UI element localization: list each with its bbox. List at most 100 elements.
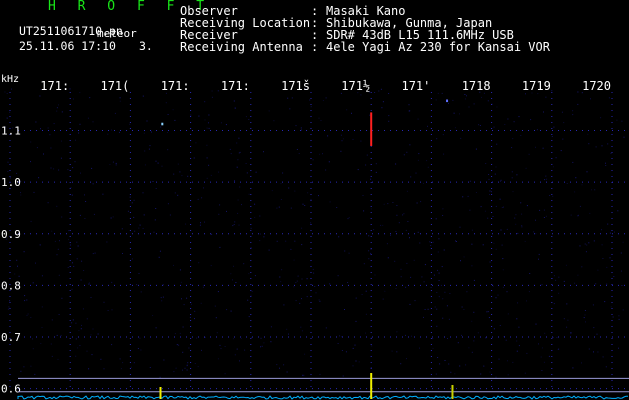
noise-pixel: [90, 297, 92, 298]
noise-pixel: [211, 90, 213, 92]
noise-pixel: [341, 140, 343, 142]
noise-pixel: [41, 327, 43, 328]
noise-pixel: [621, 120, 623, 122]
noise-pixel: [344, 250, 346, 252]
noise-pixel: [202, 284, 204, 286]
noise-pixel: [575, 177, 577, 179]
noise-pixel: [175, 367, 177, 369]
noise-pixel: [310, 106, 312, 108]
noise-pixel: [61, 140, 62, 142]
noise-pixel: [545, 175, 547, 177]
noise-pixel: [436, 308, 438, 310]
noise-pixel: [406, 190, 408, 192]
noise-pixel: [473, 340, 475, 342]
noise-pixel: [495, 248, 497, 250]
noise-pixel: [493, 328, 495, 330]
noise-pixel: [241, 204, 242, 206]
noise-pixel: [194, 363, 196, 364]
noise-pixel: [535, 233, 537, 235]
noise-pixel: [154, 219, 156, 221]
noise-pixel: [178, 344, 180, 346]
noise-pixel: [544, 179, 546, 181]
noise-pixel: [187, 175, 189, 177]
noise-pixel: [35, 121, 37, 123]
noise-pixel: [432, 347, 434, 349]
noise-pixel: [596, 333, 598, 335]
noise-pixel: [226, 210, 227, 212]
noise-pixel: [206, 127, 208, 129]
noise-pixel: [499, 325, 501, 326]
noise-pixel: [89, 97, 91, 99]
noise-pixel: [304, 353, 306, 355]
noise-pixel: [553, 303, 555, 305]
noise-pixel: [524, 372, 526, 374]
noise-pixel: [328, 161, 330, 163]
noise-pixel: [447, 338, 448, 339]
noise-pixel: [295, 300, 297, 302]
noise-pixel: [133, 199, 135, 201]
noise-pixel: [504, 124, 506, 125]
noise-pixel: [496, 106, 498, 108]
noise-pixel: [588, 143, 590, 145]
noise-pixel: [489, 194, 490, 195]
noise-pixel: [197, 366, 199, 368]
noise-pixel: [340, 92, 342, 94]
noise-pixel: [210, 174, 212, 176]
noise-pixel: [344, 309, 345, 310]
noise-pixel: [370, 178, 372, 180]
noise-pixel: [517, 232, 519, 234]
noise-pixel: [182, 351, 184, 353]
noise-pixel: [30, 317, 32, 318]
noise-pixel: [163, 359, 165, 361]
noise-pixel: [290, 207, 292, 209]
noise-pixel: [491, 191, 492, 193]
noise-pixel: [512, 191, 514, 193]
noise-pixel: [448, 102, 449, 104]
noise-pixel: [319, 300, 321, 302]
noise-pixel: [592, 304, 594, 306]
noise-pixel: [572, 110, 574, 112]
spectrum-trace: [17, 395, 629, 400]
noise-pixel: [234, 221, 236, 223]
noise-pixel: [58, 169, 60, 171]
noise-pixel: [220, 122, 222, 124]
x-tick-label: 171:: [221, 79, 250, 93]
noise-pixel: [581, 266, 583, 268]
noise-pixel: [300, 127, 302, 129]
noise-pixel: [92, 183, 94, 185]
noise-pixel: [436, 292, 438, 293]
noise-pixel: [248, 273, 250, 275]
noise-pixel: [276, 240, 278, 242]
noise-pixel: [239, 360, 240, 362]
noise-pixel: [196, 337, 198, 339]
noise-pixel: [88, 283, 90, 285]
noise-pixel: [610, 306, 612, 308]
noise-pixel: [158, 256, 160, 258]
noise-pixel: [360, 94, 362, 96]
noise-pixel: [501, 207, 503, 208]
noise-pixel: [245, 285, 247, 287]
noise-pixel: [24, 300, 26, 302]
noise-pixel: [20, 194, 22, 196]
noise-pixel: [172, 109, 174, 111]
noise-pixel: [111, 281, 113, 283]
noise-pixel: [301, 244, 303, 246]
noise-pixel: [288, 187, 290, 189]
noise-pixel: [157, 162, 159, 164]
noise-pixel: [41, 275, 43, 277]
noise-pixel: [250, 247, 252, 248]
noise-pixel: [254, 203, 256, 205]
noise-pixel: [608, 97, 610, 99]
noise-pixel: [233, 100, 235, 102]
noise-pixel: [406, 151, 408, 153]
noise-pixel: [72, 262, 73, 264]
noise-pixel: [137, 348, 139, 349]
noise-pixel: [382, 224, 384, 226]
noise-pixel: [563, 122, 565, 124]
noise-pixel: [602, 356, 604, 358]
noise-pixel: [572, 367, 574, 369]
noise-pixel: [618, 347, 619, 349]
noise-pixel: [161, 165, 163, 167]
noise-pixel: [79, 214, 81, 216]
noise-pixel: [346, 109, 348, 111]
